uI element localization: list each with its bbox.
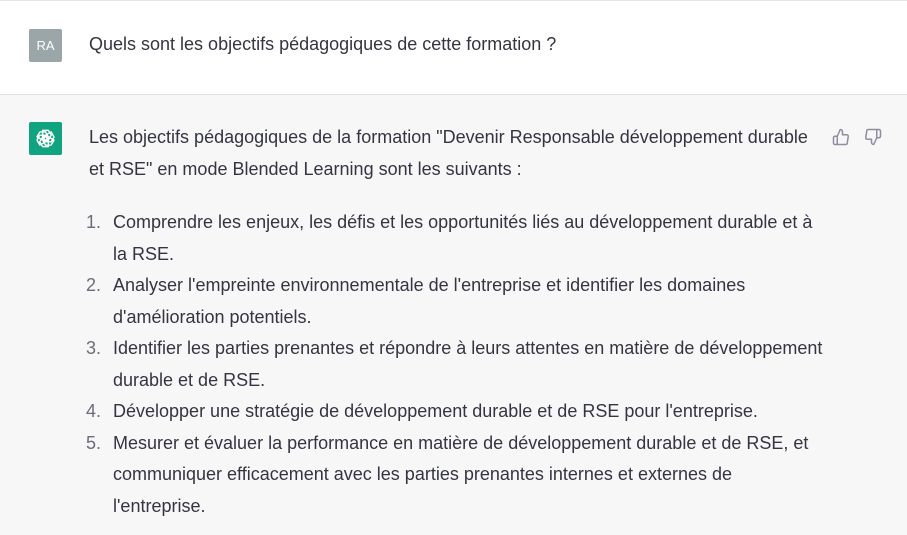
objectives-list: 1. Comprendre les enjeux, les défis et l… <box>86 207 824 523</box>
user-message-row: RA Quels sont les objectifs pédagogiques… <box>0 0 907 95</box>
user-message-text: Quels sont les objectifs pédagogiques de… <box>89 34 557 54</box>
assistant-message-row: Les objectifs pédagogiques de la formati… <box>0 95 907 535</box>
list-item: 4. Développer une stratégie de développe… <box>86 396 824 428</box>
list-item-number: 1. <box>86 212 102 232</box>
dislike-button[interactable] <box>862 126 884 148</box>
list-item: 2. Analyser l'empreinte environnementale… <box>86 270 824 333</box>
like-button[interactable] <box>830 126 852 148</box>
thumbs-down-icon <box>865 128 882 146</box>
list-item-number: 5. <box>86 432 102 453</box>
openai-logo-icon <box>36 129 55 148</box>
list-item-number: 4. <box>86 401 102 421</box>
list-item-text: Identifier les parties prenantes et répo… <box>113 338 823 390</box>
list-item: 5. Mesurer et évaluer la performance en … <box>86 428 824 523</box>
thumbs-up-icon <box>832 128 849 146</box>
list-item-text: Développer une stratégie de développemen… <box>113 401 758 421</box>
list-item-number: 3. <box>86 338 102 358</box>
list-item-number: 2. <box>86 275 102 295</box>
assistant-message-content: Les objectifs pédagogiques de la formati… <box>86 122 824 523</box>
list-item-text: Comprendre les enjeux, les défis et les … <box>113 212 813 264</box>
list-item-text: Mesurer et évaluer la performance en mat… <box>113 432 809 516</box>
list-item: 3. Identifier les parties prenantes et r… <box>86 333 824 396</box>
assistant-avatar <box>29 122 62 155</box>
list-item-text: Analyser l'empreinte environnementale de… <box>113 275 746 327</box>
assistant-intro-text: Les objectifs pédagogiques de la formati… <box>89 127 808 179</box>
list-item: 1. Comprendre les enjeux, les défis et l… <box>86 207 824 270</box>
user-avatar: RA <box>29 29 62 62</box>
